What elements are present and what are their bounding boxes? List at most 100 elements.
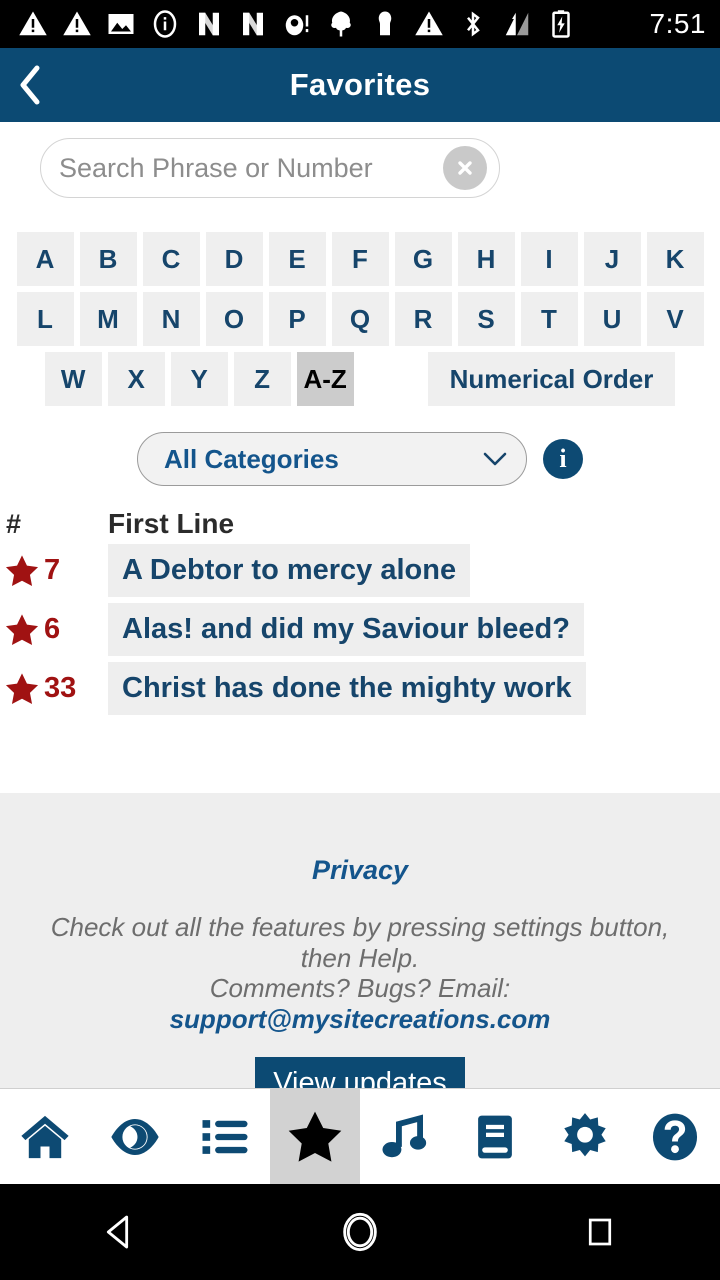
sort-az-button[interactable]: A-Z — [296, 352, 354, 406]
chevron-down-icon — [483, 452, 507, 466]
warning-triangle-icon — [415, 11, 443, 36]
list-icon — [202, 1119, 248, 1154]
row-number-cell[interactable]: 6 — [0, 612, 108, 648]
letter-key-b[interactable]: B — [79, 232, 137, 286]
row-first-line[interactable]: A Debtor to mercy alone — [108, 544, 471, 597]
question-icon — [652, 1113, 698, 1160]
star-filled-icon[interactable] — [4, 671, 40, 707]
row-first-line[interactable]: Alas! and did my Saviour bleed? — [108, 603, 584, 656]
support-email-link[interactable]: support@mysitecreations.com — [170, 1004, 551, 1034]
row-number: 6 — [44, 613, 61, 645]
list-header: # First Line — [0, 508, 720, 544]
letter-key-j[interactable]: J — [583, 232, 641, 286]
chevron-left-icon — [20, 65, 40, 105]
letter-key-a[interactable]: A — [16, 232, 74, 286]
info-icon[interactable]: i — [543, 439, 583, 479]
letter-key-e[interactable]: E — [268, 232, 326, 286]
footer-section: Privacy Check out all the features by pr… — [0, 793, 720, 1114]
letter-key-s[interactable]: S — [457, 292, 515, 346]
nav-item-home[interactable] — [0, 1089, 90, 1185]
n-app-icon — [243, 12, 263, 36]
letter-key-x[interactable]: X — [107, 352, 165, 406]
close-icon — [458, 161, 472, 175]
letter-key-g[interactable]: G — [394, 232, 452, 286]
star-filled-icon[interactable] — [4, 553, 40, 589]
letter-key-h[interactable]: H — [457, 232, 515, 286]
letter-key-v[interactable]: V — [646, 292, 704, 346]
search-section — [0, 122, 720, 198]
info-circle-icon — [153, 10, 177, 38]
footer-message: Check out all the features by pressing s… — [0, 912, 720, 1035]
letter-key-w[interactable]: W — [44, 352, 102, 406]
app-header: Favorites — [0, 48, 720, 122]
footer-message-line1: Check out all the features by pressing s… — [50, 912, 670, 942]
image-icon — [108, 14, 134, 34]
star-filled-icon[interactable] — [4, 612, 40, 648]
category-section: All Categories i — [0, 432, 720, 486]
nav-item-favorites[interactable] — [270, 1088, 360, 1185]
gear-icon — [564, 1112, 606, 1156]
letter-key-d[interactable]: D — [205, 232, 263, 286]
row-number-cell[interactable]: 33 — [0, 671, 108, 707]
column-header-first-line: First Line — [108, 508, 235, 539]
search-box[interactable] — [40, 138, 500, 198]
sort-numerical-button[interactable]: Numerical Order — [427, 352, 676, 406]
star-icon — [288, 1111, 342, 1162]
letter-key-f[interactable]: F — [331, 232, 389, 286]
page-title: Favorites — [289, 67, 431, 102]
nav-item-index[interactable] — [180, 1089, 270, 1185]
letter-key-u[interactable]: U — [583, 292, 641, 346]
bluetooth-icon — [467, 11, 480, 37]
row-number-cell[interactable]: 7 — [0, 553, 108, 589]
bottom-navigation — [0, 1088, 720, 1185]
letter-key-q[interactable]: Q — [331, 292, 389, 346]
letter-key-o[interactable]: O — [205, 292, 263, 346]
letter-key-z[interactable]: Z — [233, 352, 291, 406]
letter-key-l[interactable]: L — [16, 292, 74, 346]
letter-key-m[interactable]: M — [79, 292, 137, 346]
table-row[interactable]: 7 A Debtor to mercy alone — [0, 544, 720, 597]
privacy-link[interactable]: Privacy — [312, 855, 408, 886]
letter-key-y[interactable]: Y — [170, 352, 228, 406]
android-back-button[interactable] — [0, 1212, 240, 1252]
nav-item-book[interactable] — [450, 1089, 540, 1185]
warning-triangle-icon — [19, 11, 47, 36]
nav-item-settings[interactable] — [540, 1089, 630, 1185]
row-first-line[interactable]: Christ has done the mighty work — [108, 662, 586, 715]
category-dropdown[interactable]: All Categories — [137, 432, 527, 486]
warning-triangle-icon — [63, 11, 91, 36]
table-row[interactable]: 33 Christ has done the mighty work — [0, 662, 720, 715]
letter-key-k[interactable]: K — [646, 232, 704, 286]
clear-search-button[interactable] — [443, 146, 487, 190]
info-glyph: i — [559, 444, 567, 473]
music-icon — [382, 1114, 427, 1157]
letter-key-t[interactable]: T — [520, 292, 578, 346]
book-icon — [478, 1115, 512, 1158]
row-number: 33 — [44, 672, 77, 704]
eye-icon — [111, 1118, 159, 1155]
home-icon — [21, 1115, 69, 1158]
android-recents-button[interactable] — [480, 1214, 720, 1250]
back-button[interactable] — [0, 48, 60, 122]
letter-key-i[interactable]: I — [520, 232, 578, 286]
status-bar: 7:51 — [0, 0, 720, 48]
table-row[interactable]: 6 Alas! and did my Saviour bleed? — [0, 603, 720, 656]
tree-icon — [331, 11, 351, 37]
person-icon — [378, 11, 392, 36]
recents-square-icon — [588, 1218, 612, 1246]
letter-key-n[interactable]: N — [142, 292, 200, 346]
letter-key-c[interactable]: C — [142, 232, 200, 286]
android-home-button[interactable] — [240, 1209, 480, 1255]
nav-item-view[interactable] — [90, 1089, 180, 1185]
category-selected-label: All Categories — [164, 443, 339, 474]
status-bar-clock: 7:51 — [649, 8, 706, 39]
letter-key-p[interactable]: P — [268, 292, 326, 346]
alphabet-filter: A B C D E F G H I J K L M N O P Q R S T … — [0, 232, 720, 406]
nav-item-help[interactable] — [630, 1089, 720, 1185]
letter-key-r[interactable]: R — [394, 292, 452, 346]
nav-item-music[interactable] — [360, 1089, 450, 1185]
row-number: 7 — [44, 554, 61, 586]
n-app-icon — [199, 12, 219, 36]
alphabet-row-1: A B C D E F G H I J K — [0, 232, 720, 286]
search-input[interactable] — [59, 152, 443, 184]
